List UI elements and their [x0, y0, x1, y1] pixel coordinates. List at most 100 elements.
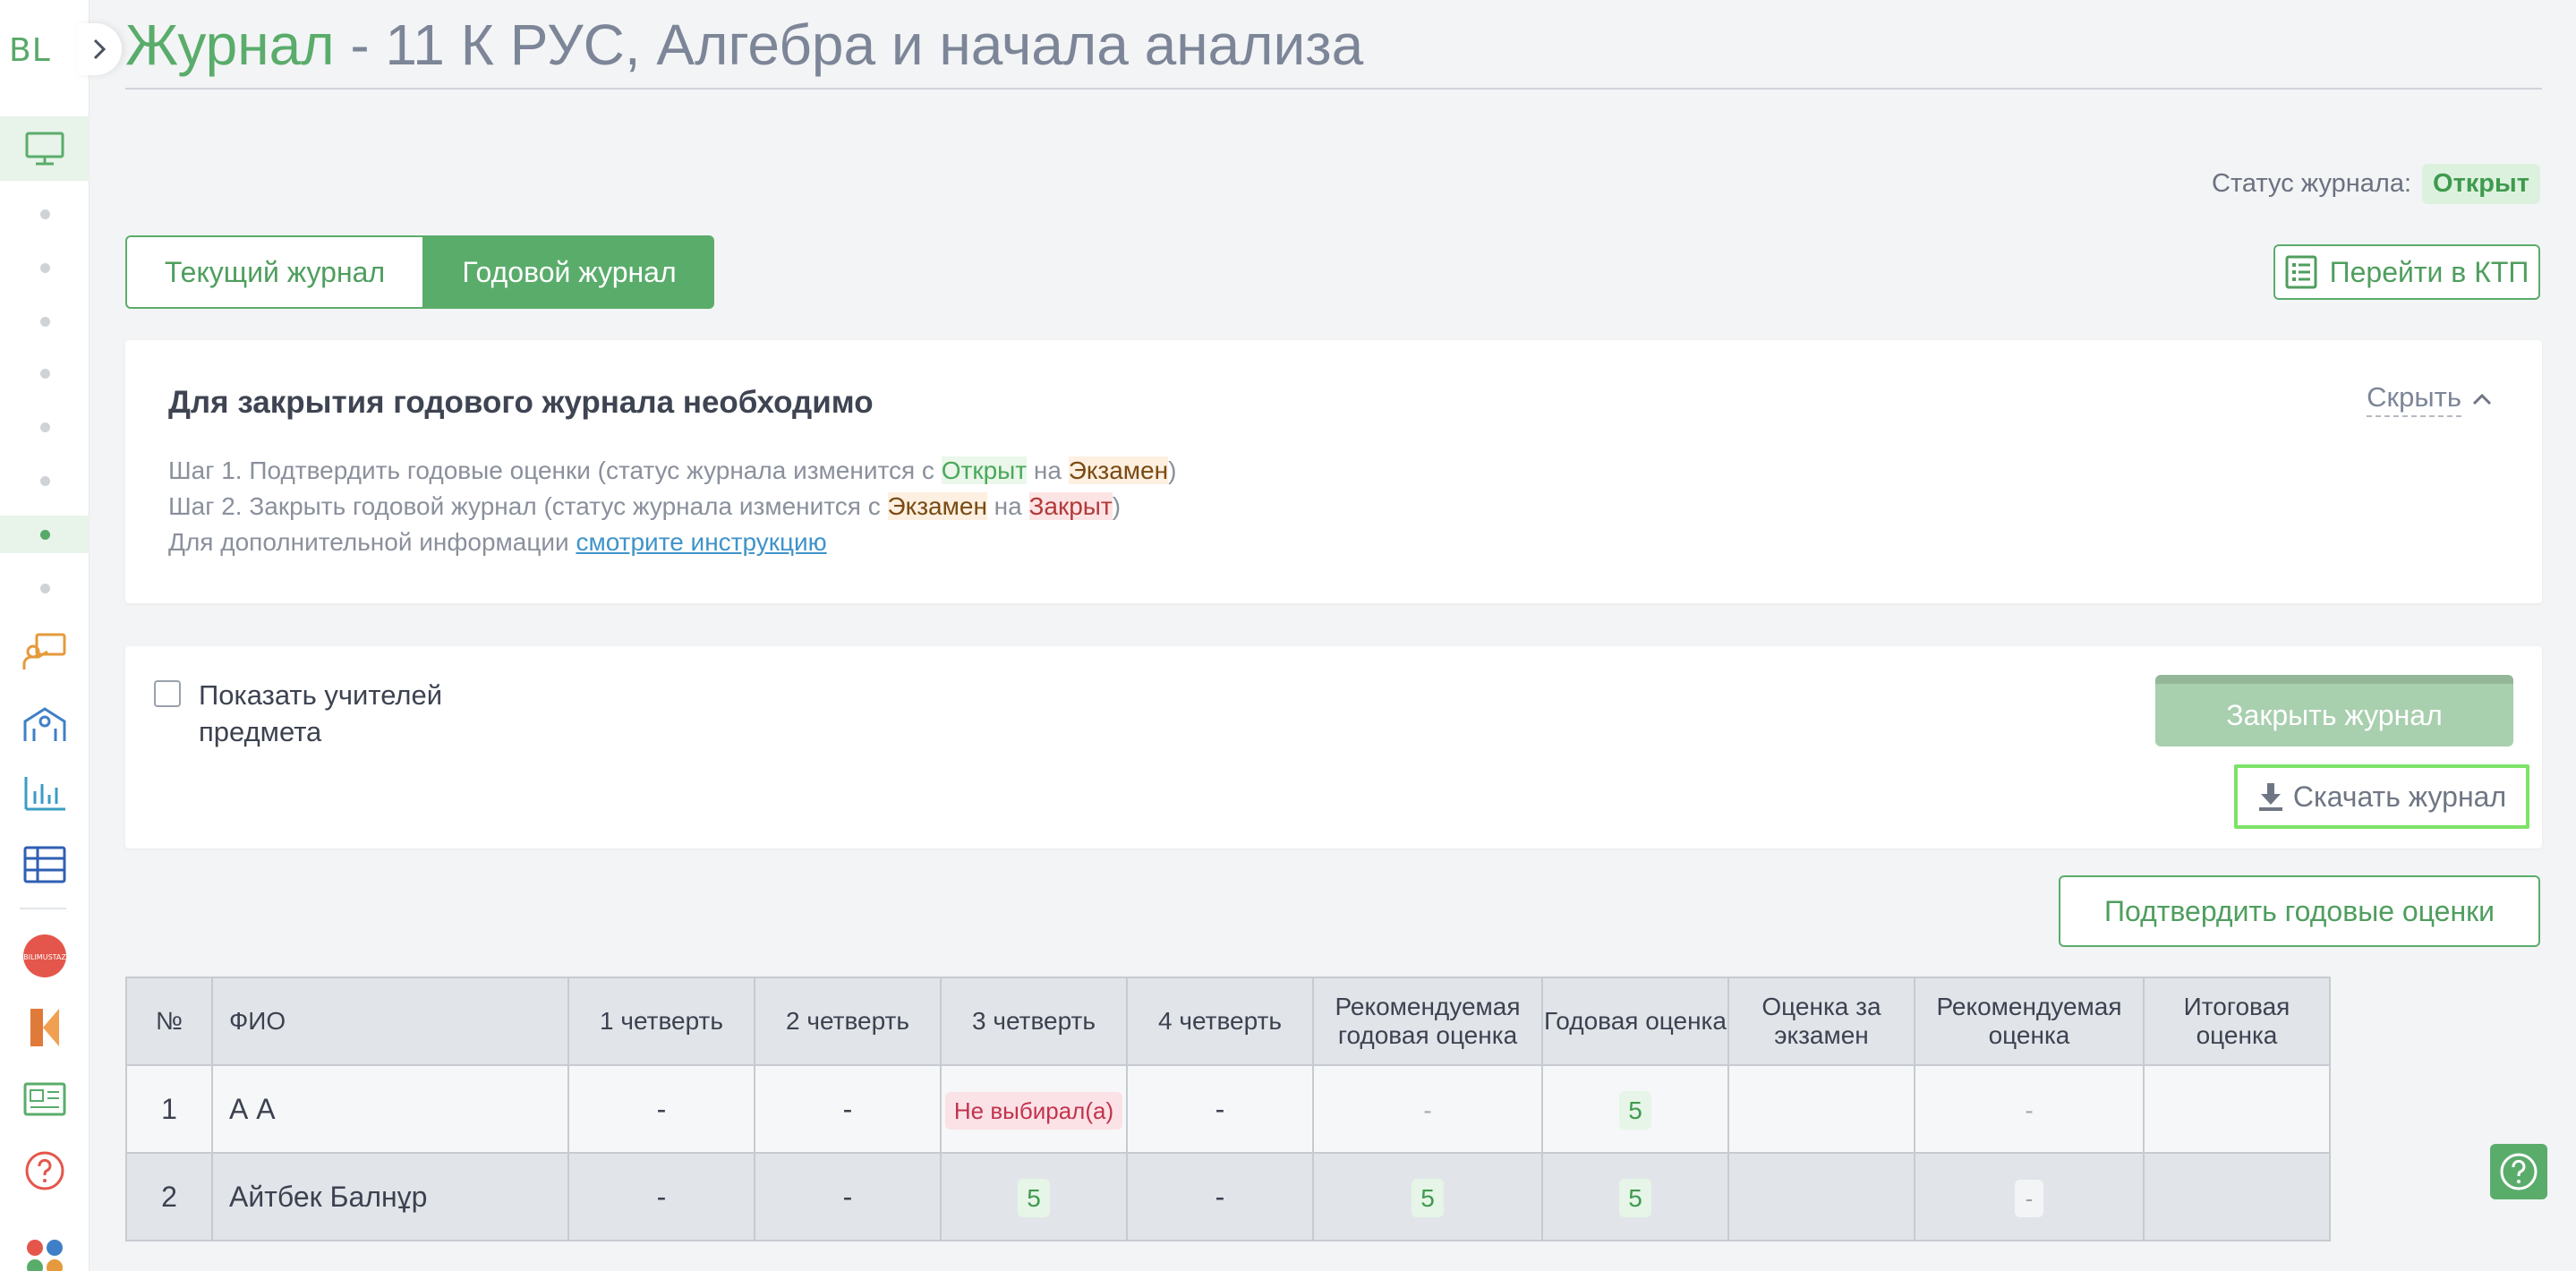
page-title: Журнал - 11 К РУС, Алгебра и начала анал… [125, 9, 1363, 81]
sidebar-subitem-8[interactable] [0, 573, 90, 603]
tab-yearly-journal[interactable]: Годовой журнал [424, 235, 714, 309]
nav-dot-icon [39, 368, 50, 379]
download-icon [2258, 783, 2282, 811]
journal-tabs: Текущий журнал Годовой журнал [125, 235, 714, 309]
nav-dot-icon [39, 583, 50, 593]
sidebar-item-apps[interactable] [0, 1235, 90, 1271]
instructions-title: Для закрытия годового журнала необходимо [168, 385, 874, 420]
sidebar-subitem-3[interactable] [0, 306, 90, 337]
status-exam-tag: Экзамен [887, 492, 987, 520]
sidebar-item-teacher[interactable] [0, 627, 90, 677]
yearly-grade-cell[interactable]: 5 [1541, 1152, 1729, 1241]
column-header: 3 четверть [940, 977, 1128, 1066]
instruction-link[interactable]: смотрите инструкцию [576, 528, 826, 556]
help-chat-button[interactable] [2490, 1144, 2547, 1199]
sidebar-item-tables[interactable] [0, 840, 90, 890]
quarter-3-cell: 5 [940, 1152, 1128, 1241]
instructions-text: Шаг 1. Подтвердить годовые оценки (стату… [168, 453, 1176, 560]
nav-dot-icon [39, 422, 50, 432]
quarter-4-grade: - [1126, 1152, 1314, 1241]
nav-dot-icon [39, 475, 50, 486]
student-name[interactable]: Айтбек Балнұр [211, 1152, 569, 1241]
yearly-grade-cell[interactable]: 5 [1541, 1064, 1729, 1154]
recommended-grade: - [2025, 1096, 2034, 1124]
exam-grade-cell[interactable] [1727, 1064, 1915, 1154]
quarter-1-grade: - [567, 1152, 755, 1241]
sidebar-subitem-4[interactable] [0, 358, 90, 388]
sidebar-subitem-2[interactable] [0, 252, 90, 283]
column-header: 2 четверть [754, 977, 942, 1066]
school-building-icon [23, 707, 66, 741]
sidebar-collapse-button[interactable] [77, 23, 122, 75]
table-row: 1 А А - - Не выбирал(а) - - 5 - [125, 1064, 2331, 1154]
show-teachers-label[interactable]: Показать учителей предмета [199, 677, 503, 750]
exam-grade-cell[interactable] [1727, 1152, 1915, 1241]
status-badge: Открыт [2422, 163, 2540, 204]
list-document-icon [2285, 255, 2317, 289]
sidebar-item-dashboard[interactable] [0, 116, 90, 181]
nav-dot-icon [39, 529, 50, 540]
column-header: Итоговая оценка [2143, 977, 2331, 1066]
recommended-yearly-grade: - [1423, 1096, 1432, 1124]
chevron-up-icon [2472, 393, 2492, 405]
status-closed-tag: Закрыт [1028, 492, 1113, 520]
quarter-4-grade: - [1126, 1064, 1314, 1154]
close-instructions-card: Для закрытия годового журнала необходимо… [125, 340, 2542, 603]
sidebar-subitem-6[interactable] [0, 465, 90, 496]
bar-chart-icon [24, 777, 65, 811]
sidebar-divider [20, 908, 66, 909]
sidebar-item-analytics[interactable] [0, 768, 90, 818]
svg-text:BILIMUSTAZ: BILIMUSTAZ [23, 953, 66, 961]
app-logo[interactable]: BL [9, 27, 81, 73]
nav-dot-icon [39, 316, 50, 327]
close-journal-button[interactable]: Закрыть журнал [2155, 675, 2513, 746]
status-open-tag: Открыт [941, 456, 1028, 484]
sidebar-item-school[interactable] [0, 698, 90, 748]
yearly-grade: 5 [1619, 1178, 1651, 1217]
column-header: Годовая оценка [1541, 977, 1729, 1066]
show-teachers-checkbox[interactable] [154, 680, 181, 707]
column-header: Рекомендуемая оценка [1914, 977, 2145, 1066]
column-header: 4 четверть [1126, 977, 1314, 1066]
sidebar-subitem-7-active[interactable] [0, 516, 90, 553]
download-journal-button[interactable]: Скачать журнал [2234, 764, 2529, 829]
yearly-grades-table: № ФИО 1 четверть 2 четверть 3 четверть 4… [125, 977, 2331, 1241]
recommended-yearly-grade: 5 [1412, 1178, 1444, 1217]
more-info-line: Для дополнительной информации смотрите и… [168, 528, 827, 556]
recommended-grade: - [2014, 1179, 2044, 1217]
confirm-yearly-grades-button[interactable]: Подтвердить годовые оценки [2059, 875, 2540, 947]
quarter-3-cell: Не выбирал(а) [940, 1064, 1128, 1154]
download-label: Скачать журнал [2292, 780, 2507, 813]
sidebar: BL BILIMUSTAZ [0, 0, 90, 1271]
title-divider [125, 88, 2542, 90]
sidebar-subitem-1[interactable] [0, 199, 90, 229]
help-circle-icon [25, 1151, 64, 1190]
student-name[interactable]: А А [211, 1064, 569, 1154]
journal-status: Статус журнала: Открыт [2212, 163, 2540, 204]
quarter-3-grade: 5 [1018, 1178, 1050, 1217]
tab-current-journal[interactable]: Текущий журнал [125, 235, 424, 309]
sidebar-subitem-5[interactable] [0, 412, 90, 442]
sidebar-item-help[interactable] [0, 1147, 90, 1194]
sidebar-item-news[interactable] [0, 1076, 90, 1122]
teacher-board-icon [22, 633, 66, 670]
journal-actions-card: Показать учителей предмета Закрыть журна… [125, 646, 2542, 849]
column-header: № [125, 977, 213, 1066]
recommended-yearly-cell: 5 [1312, 1152, 1543, 1241]
page-title-rest: - 11 К РУС, Алгебра и начала анализа [334, 13, 1364, 77]
hide-instructions-toggle[interactable]: Скрыть [2367, 381, 2492, 417]
table-row: 2 Айтбек Балнұр - - 5 - 5 5 - [125, 1152, 2331, 1241]
row-number: 2 [125, 1152, 213, 1241]
yearly-grade: 5 [1619, 1090, 1651, 1130]
column-header: 1 четверть [567, 977, 755, 1066]
final-grade-cell[interactable] [2143, 1064, 2331, 1154]
quarter-1-grade: - [567, 1064, 755, 1154]
logo-text: BL [9, 31, 51, 69]
sidebar-item-bilimustaz[interactable]: BILIMUSTAZ [0, 933, 90, 979]
sidebar-item-kundelik[interactable] [0, 1002, 90, 1053]
go-to-ktp-button[interactable]: Перейти в КТП [2273, 244, 2540, 300]
table-grid-icon [23, 846, 66, 883]
not-chosen-badge: Не выбирал(а) [944, 1091, 1123, 1130]
final-grade-cell[interactable] [2143, 1152, 2331, 1241]
column-header: Рекомендуемая годовая оценка [1312, 977, 1543, 1066]
